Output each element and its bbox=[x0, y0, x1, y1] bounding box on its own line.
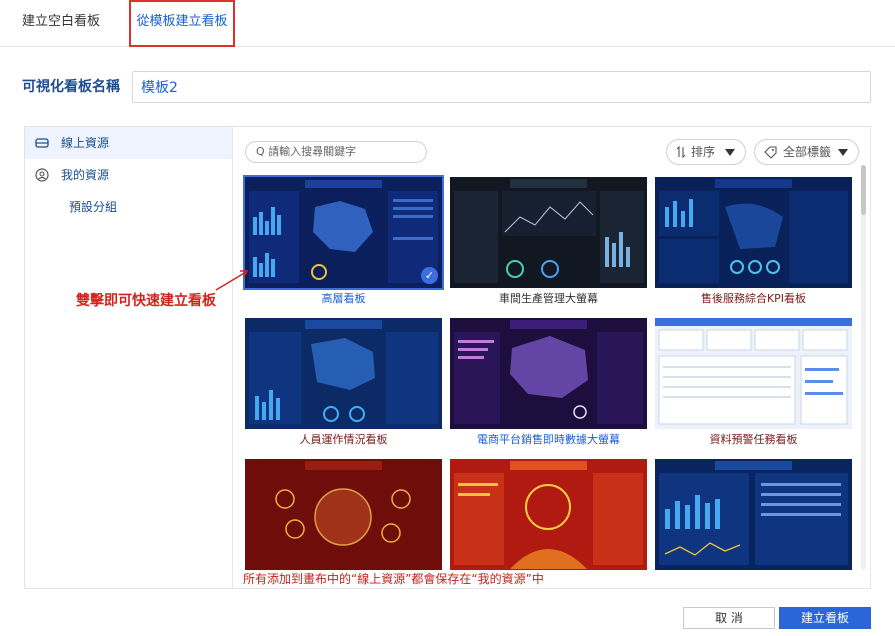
search-input[interactable]: Q 請輸入搜尋關鍵字 bbox=[245, 141, 427, 163]
cancel-button[interactable]: 取 消 bbox=[683, 607, 775, 629]
sidebar-item-label: 線上資源 bbox=[61, 136, 110, 150]
template-title: 高層看板 bbox=[321, 292, 366, 305]
resource-save-note: 所有添加到畫布中的“線上資源”都會保存在“我的資源”中 bbox=[243, 570, 544, 587]
create-board-button[interactable]: 建立看板 bbox=[779, 607, 871, 629]
sidebar-item-online-resources[interactable]: 線上資源 bbox=[25, 127, 232, 159]
template-thumbnail bbox=[655, 459, 852, 570]
sidebar-item-label: 我的資源 bbox=[61, 168, 110, 182]
board-name-label: 可視化看板名稱 bbox=[22, 79, 120, 95]
template-title: 資料預警任務看板 bbox=[709, 433, 798, 446]
sidebar-item-my-resources[interactable]: 我的資源 bbox=[25, 159, 232, 191]
tab-blank-board[interactable]: 建立空白看板 bbox=[22, 0, 100, 47]
template-title: 售後服務綜合KPI看板 bbox=[700, 292, 807, 305]
template-thumbnail bbox=[245, 318, 442, 429]
template-thumbnail bbox=[655, 177, 852, 288]
annotation-arrow-icon bbox=[215, 270, 249, 291]
cloud-server-icon bbox=[35, 138, 49, 148]
selected-check-icon: ✓ bbox=[421, 267, 438, 284]
tag-filter-button[interactable]: 全部標籤 bbox=[754, 139, 859, 165]
template-title: 電商平台銷售即時數據大螢幕 bbox=[477, 433, 620, 446]
template-thumbnail: ✓ bbox=[243, 175, 444, 290]
template-thumbnail bbox=[450, 177, 647, 288]
template-thumbnail bbox=[450, 459, 647, 570]
template-thumbnail bbox=[245, 459, 442, 570]
tag-icon bbox=[764, 146, 777, 159]
template-thumbnail bbox=[655, 318, 852, 429]
template-title: 車間生產管理大螢幕 bbox=[499, 292, 598, 305]
sort-label: 排序 bbox=[691, 145, 716, 159]
template-panel: 線上資源 我的資源 預設分組 Q 請輸入搜尋關鍵字 排序 全部標籤 ✓ 高層看板… bbox=[24, 126, 871, 589]
sidebar-item-label: 預設分組 bbox=[69, 200, 118, 214]
tab-bar: 建立空白看板 從模板建立看板 bbox=[0, 0, 895, 47]
chevron-down-icon bbox=[725, 149, 735, 156]
user-circle-icon bbox=[35, 168, 49, 182]
sort-button[interactable]: 排序 bbox=[666, 139, 746, 165]
resource-sidebar: 線上資源 我的資源 預設分組 bbox=[25, 127, 233, 588]
scrollbar-thumb[interactable] bbox=[861, 165, 866, 215]
tab-from-template[interactable]: 從模板建立看板 bbox=[129, 0, 235, 47]
template-thumbnail bbox=[450, 318, 647, 429]
board-name-input[interactable] bbox=[132, 71, 871, 103]
template-title: 人員運作情況看板 bbox=[299, 433, 388, 446]
sidebar-item-default-group[interactable]: 預設分組 bbox=[25, 191, 232, 223]
double-click-hint: 雙擊即可快速建立看板 bbox=[76, 293, 216, 309]
tag-filter-label: 全部標籤 bbox=[783, 145, 832, 159]
scrollbar[interactable] bbox=[861, 165, 866, 570]
chevron-down-icon bbox=[838, 149, 848, 156]
sort-icon bbox=[676, 146, 686, 158]
template-content: Q 請輸入搜尋關鍵字 排序 全部標籤 ✓ 高層看板 車間生產管理大螢幕 售後服務… bbox=[233, 127, 870, 588]
